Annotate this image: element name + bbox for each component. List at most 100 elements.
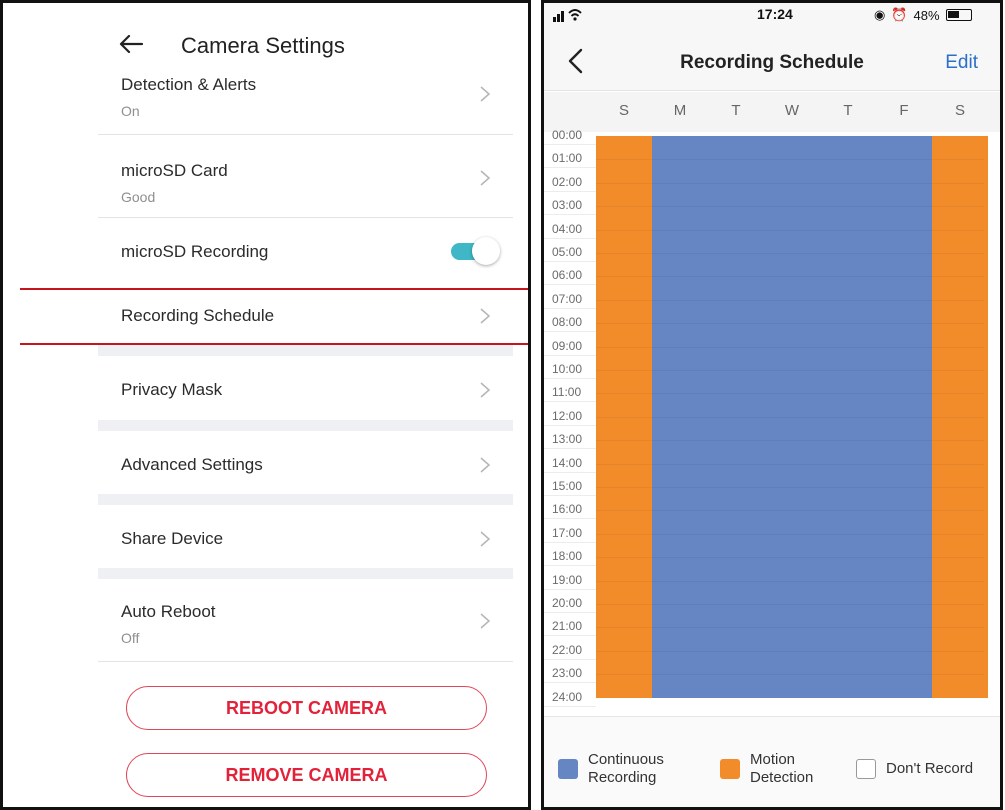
hour-label: 19:00 [552,572,583,587]
day-label: F [899,102,909,119]
hour-label: 24:00 [552,689,583,704]
settings-item-detection-alerts[interactable]: Detection & Alerts On [98,65,513,133]
settings-item-privacy-mask[interactable]: Privacy Mask [98,356,513,420]
dont-record-swatch [856,759,876,779]
section-gap [98,494,513,505]
microsd-recording-toggle[interactable] [451,237,500,265]
settings-item-value: Off [121,630,140,646]
day-label: W [784,102,800,119]
grid-line [544,705,596,707]
hour-divider [596,159,984,161]
alarm-icon: ⏰ [891,7,908,22]
grid-line [544,635,596,637]
chevron-right-icon [479,85,491,103]
status-time: 17:24 [757,6,793,22]
hour-label: 23:00 [552,666,583,681]
hour-divider [596,370,984,371]
hour-divider [596,182,984,184]
settings-item-auto-reboot[interactable]: Auto Reboot Off [98,579,513,661]
camera-settings-screen: Camera Settings Detection & Alerts On mi… [0,0,531,810]
remove-camera-button[interactable]: REMOVE CAMERA [126,753,487,797]
hour-divider [596,463,984,465]
chevron-right-icon [479,456,491,474]
hour-divider [596,253,984,254]
legend-dont-record: Don't Record [856,759,973,779]
grid-line [544,331,596,333]
hour-divider [596,206,984,208]
settings-item-label: Share Device [121,529,224,548]
edit-button[interactable]: Edit [945,52,978,74]
schedule-grid[interactable]: 00:00 01:00 02:00 03:00 04:00 05:00 06:00 07:00… [544,128,1000,716]
hour-divider [596,487,984,488]
grid-line [544,612,596,613]
grid-line [544,471,596,473]
settings-item-value: Good [121,189,156,205]
settings-item-microsd-card[interactable]: microSD Card Good [98,135,513,217]
legend-label: Don't Record [886,760,974,777]
grid-line [544,658,596,660]
settings-item-label: Privacy Mask [121,380,223,399]
grid-line [544,588,596,590]
settings-item-microsd-recording: microSD Recording [98,218,513,288]
page-title: Camera Settings [181,33,345,58]
back-arrow-icon[interactable] [118,31,144,57]
grid-line [544,214,596,216]
hour-label: 11:00 [552,385,582,400]
hour-label: 00:00 [552,128,583,142]
grid-line [544,448,596,450]
continuous-swatch [558,759,578,779]
hour-label: 18:00 [552,549,583,564]
hour-divider [596,323,984,325]
hour-label: 13:00 [552,432,583,447]
settings-item-label: Recording Schedule [121,306,275,325]
legend-continuous: Continuous Recording [558,751,664,787]
hour-divider [596,580,984,582]
hour-label: 14:00 [552,455,583,470]
hour-label: 06:00 [552,268,583,283]
section-gap [98,345,513,356]
grid-line [544,378,596,379]
section-gap [98,420,513,431]
legend-label: Motion Detection [750,751,814,786]
hour-divider [596,393,984,395]
hour-label: 16:00 [552,502,583,517]
grid-line [544,424,596,426]
hour-divider [596,416,984,418]
settings-item-advanced-settings[interactable]: Advanced Settings [98,431,513,494]
motion-swatch [720,759,740,779]
settings-item-share-device[interactable]: Share Device [98,505,513,568]
recording-schedule-screen: 17:24 ◉ ⏰ 48% Recording Schedule Edit S … [541,0,1003,810]
legend-motion: Motion Detection [720,751,813,787]
header: Camera Settings [3,31,528,65]
grid-line [544,307,596,309]
day-label: S [954,102,965,119]
battery-icon [945,9,972,21]
reboot-camera-button[interactable]: REBOOT CAMERA [126,686,487,730]
divider [98,661,513,662]
status-bar: 17:24 ◉ ⏰ 48% [544,3,1000,29]
location-icon: ◉ [874,7,886,22]
hour-label: 22:00 [552,642,583,657]
grid-line [544,190,596,192]
grid-line [544,237,596,239]
hour-divider [596,229,984,231]
status-right: ◉ ⏰ 48% [874,7,972,23]
settings-item-label: Advanced Settings [121,455,263,474]
chevron-right-icon [479,530,491,548]
settings-item-label: microSD Card [121,161,228,180]
nav-title: Recording Schedule [680,52,864,73]
hour-divider [596,510,984,512]
hour-divider [596,276,984,278]
chevron-right-icon [479,169,491,187]
hour-label: 05:00 [552,245,583,259]
hour-label: 12:00 [552,408,583,423]
hour-label: 17:00 [552,525,583,540]
grid-line [544,261,596,262]
hour-label: 20:00 [552,596,583,610]
section-gap [98,568,513,579]
settings-item-recording-schedule[interactable]: Recording Schedule [98,290,513,343]
hour-label: 01:00 [552,151,583,166]
hour-divider [596,346,984,348]
hour-label: 03:00 [552,198,583,213]
grid-line [544,144,596,145]
